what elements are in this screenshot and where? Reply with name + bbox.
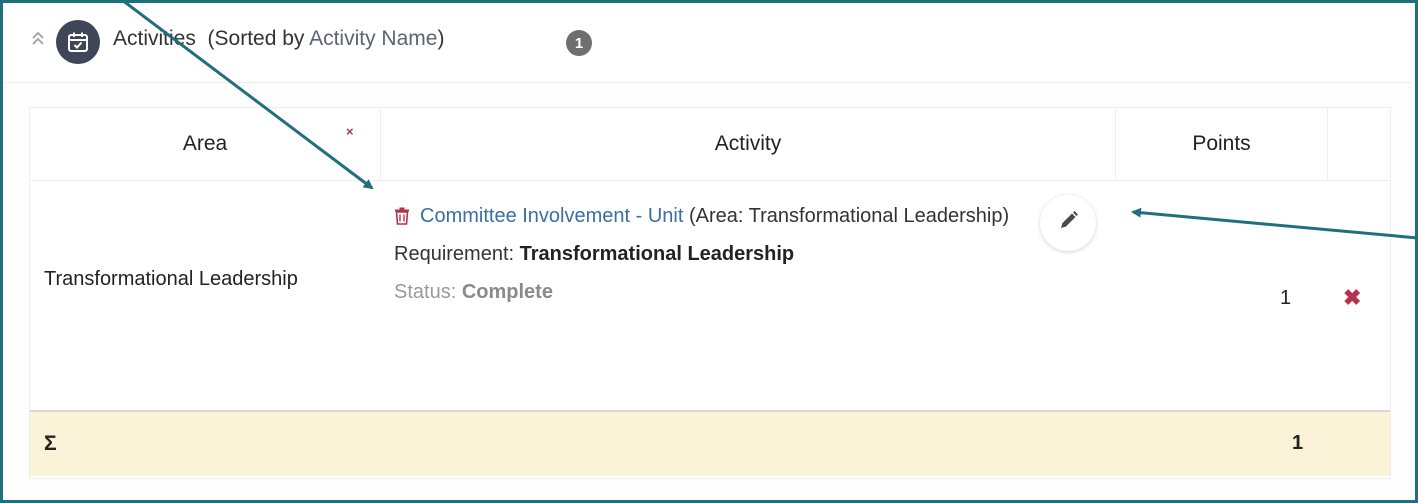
total-row: Σ 1: [30, 412, 1390, 476]
clear-area-filter-button[interactable]: ×: [346, 124, 354, 139]
status-label: Status:: [394, 281, 462, 303]
sum-symbol: Σ: [44, 432, 57, 455]
requirement-label: Requirement:: [394, 243, 520, 265]
column-header-activity[interactable]: Activity: [381, 108, 1116, 180]
activity-area-note: (Area: Transformational Leadership): [683, 205, 1010, 227]
column-header-actions: [1328, 108, 1390, 180]
status-value: Complete: [461, 281, 553, 303]
section-title-text: Activities: [113, 27, 196, 50]
requirement-value: Transformational Leadership: [519, 243, 795, 265]
double-chevron-up-icon[interactable]: [30, 30, 46, 50]
sort-field: Activity Name: [309, 27, 438, 50]
pencil-icon: [1057, 210, 1079, 237]
column-header-points[interactable]: Points: [1116, 108, 1328, 180]
sorted-prefix: (Sorted by: [207, 27, 310, 50]
delete-activity-button[interactable]: ✖: [1343, 285, 1361, 311]
table-row: Transformational Leadership Committee In…: [30, 180, 1390, 412]
edit-activity-button[interactable]: [1040, 195, 1096, 251]
section-title: Activities (Sorted by Activity Name): [113, 27, 444, 51]
activities-panel: Activities (Sorted by Activity Name) 1 A…: [0, 0, 1418, 503]
activity-cell: Committee Involvement - Unit (Area: Tran…: [394, 197, 1054, 311]
count-badge: 1: [566, 30, 592, 56]
activity-name-link[interactable]: Committee Involvement - Unit: [420, 205, 683, 227]
activities-header: Activities (Sorted by Activity Name) 1: [6, 6, 1412, 83]
trash-icon[interactable]: [394, 200, 412, 225]
activities-table: Area × Activity Points Transformational …: [29, 107, 1391, 479]
column-header-area[interactable]: Area: [30, 108, 381, 180]
calendar-check-icon: [56, 20, 100, 64]
area-cell: Transformational Leadership: [44, 268, 298, 290]
points-cell: 1: [1280, 287, 1292, 309]
total-points: 1: [1292, 432, 1304, 454]
sorted-suffix: ): [437, 27, 445, 50]
